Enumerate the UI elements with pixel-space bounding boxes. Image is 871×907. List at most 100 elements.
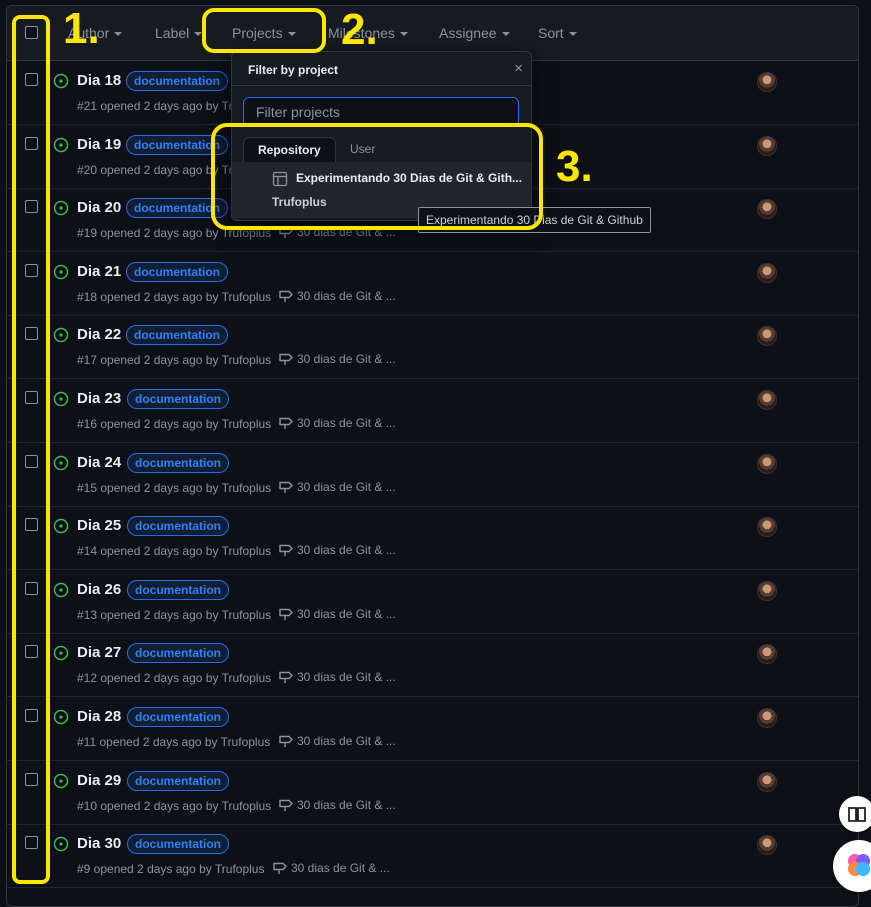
label-badge[interactable]: documentation	[126, 134, 228, 155]
issue-checkbox[interactable]	[25, 581, 38, 595]
issue-checkbox[interactable]	[25, 836, 38, 850]
issue-checkbox[interactable]	[25, 518, 38, 532]
issue-checkbox[interactable]	[25, 73, 38, 86]
avatar[interactable]	[757, 580, 777, 601]
avatar[interactable]	[757, 262, 777, 283]
issue-title[interactable]: Dia 19	[77, 136, 121, 153]
avatar[interactable]	[757, 326, 777, 347]
avatar[interactable]	[757, 517, 777, 538]
project-owner: Trufoplus	[272, 195, 327, 209]
label-badge[interactable]: documentation	[127, 643, 229, 664]
issue-checkbox[interactable]	[25, 454, 38, 468]
issue-meta: #11 opened 2 days ago by Trufoplus	[77, 735, 271, 749]
milestone-link[interactable]: 30 dias de Git & ...	[279, 352, 396, 366]
issue-title[interactable]: Dia 29	[77, 772, 121, 789]
issue-checkbox[interactable]	[25, 327, 38, 341]
issue-row[interactable]: Dia 23 documentation #16 opened 2 days ago…	[7, 379, 858, 443]
label-badge[interactable]: documentation	[127, 579, 229, 600]
filter-projects-input[interactable]	[243, 97, 519, 127]
milestone-link[interactable]: 30 dias de Git & ...	[279, 734, 396, 748]
issue-title[interactable]: Dia 30	[77, 835, 121, 852]
avatar[interactable]	[757, 135, 777, 156]
label-badge[interactable]: documentation	[127, 834, 229, 855]
tab-repository[interactable]: Repository	[243, 137, 336, 162]
issue-meta: #12 opened 2 days ago by Trufoplus	[77, 671, 272, 686]
issue-title[interactable]: Dia 28	[77, 708, 121, 725]
assistant-button[interactable]	[833, 840, 871, 892]
select-all-checkbox[interactable]	[25, 26, 38, 39]
label-badge[interactable]: documentation	[126, 198, 228, 219]
issue-row[interactable]: Dia 29 documentation #10 opened 2 days ago…	[7, 761, 858, 825]
milestones-filter[interactable]: Milestones	[328, 25, 408, 41]
issue-row[interactable]: Dia 24 documentation #15 opened 2 days ago…	[7, 443, 858, 507]
issue-row[interactable]: Dia 25 documentation #14 opened 2 days ago…	[7, 506, 858, 571]
chevron-down-icon	[568, 32, 577, 37]
avatar[interactable]	[757, 771, 777, 792]
avatar[interactable]	[757, 644, 777, 665]
close-icon[interactable]: ×	[514, 60, 523, 77]
issue-title[interactable]: Dia 21	[77, 263, 121, 280]
dropdown-divider	[232, 85, 531, 86]
issue-row[interactable]: Dia 22 documentation #17 opened 2 days ago…	[7, 315, 858, 380]
projects-filter[interactable]: Projects	[232, 25, 296, 41]
avatar[interactable]	[757, 72, 777, 92]
avatar[interactable]	[757, 835, 777, 856]
milestone-link[interactable]: 30 dias de Git & ...	[279, 670, 396, 684]
issue-row[interactable]: Dia 27 documentation #12 opened 2 days ago…	[7, 633, 858, 698]
reader-button[interactable]	[839, 796, 871, 832]
label-badge[interactable]: documentation	[126, 325, 228, 346]
issue-checkbox[interactable]	[25, 645, 38, 659]
issue-opened-icon	[53, 328, 69, 343]
issue-title[interactable]: Dia 27	[77, 644, 121, 661]
label-badge[interactable]: documentation	[127, 389, 229, 409]
label-badge[interactable]: documentation	[127, 516, 229, 537]
milestone-link[interactable]: 30 dias de Git & ...	[279, 480, 396, 494]
issue-checkbox[interactable]	[25, 709, 38, 722]
milestone-link[interactable]: 30 dias de Git & ...	[279, 798, 396, 812]
milestone-link[interactable]: 30 dias de Git & ...	[279, 607, 396, 621]
issue-title[interactable]: Dia 22	[77, 326, 121, 343]
issue-checkbox[interactable]	[25, 200, 38, 214]
label-filter[interactable]: Label	[155, 25, 203, 41]
tab-user[interactable]: User	[336, 137, 389, 162]
issue-title[interactable]: Dia 18	[77, 72, 121, 89]
issue-checkbox[interactable]	[25, 263, 38, 277]
issue-checkbox[interactable]	[25, 772, 38, 786]
chevron-down-icon	[194, 32, 203, 37]
avatar[interactable]	[757, 390, 777, 410]
label-badge[interactable]: documentation	[127, 452, 229, 473]
issue-checkbox[interactable]	[25, 136, 38, 150]
issue-title[interactable]: Dia 24	[77, 454, 121, 471]
label-badge[interactable]: documentation	[126, 71, 228, 91]
milestone-link[interactable]: 30 dias de Git & ...	[279, 225, 396, 239]
issue-title[interactable]: Dia 25	[77, 517, 121, 534]
label-badge[interactable]: documentation	[127, 770, 229, 791]
issue-opened-icon	[53, 646, 69, 661]
label-badge[interactable]: documentation	[127, 707, 229, 727]
issue-title[interactable]: Dia 23	[77, 390, 121, 407]
issue-row[interactable]: Dia 28 documentation #11 opened 2 days ago…	[7, 697, 858, 761]
sort-filter[interactable]: Sort	[538, 25, 577, 41]
issue-title[interactable]: Dia 20	[77, 199, 121, 216]
label-badge[interactable]: documentation	[126, 261, 228, 282]
issue-meta: #9 opened 2 days ago by Trufoplus	[77, 862, 265, 877]
author-filter[interactable]: Author	[68, 25, 123, 41]
avatar[interactable]	[757, 199, 777, 220]
issue-title[interactable]: Dia 26	[77, 581, 121, 598]
issue-row[interactable]: Dia 30 documentation #9 opened 2 days ago …	[7, 824, 858, 889]
milestone-link[interactable]: 30 dias de Git & ...	[279, 289, 396, 303]
issue-row[interactable]: Dia 26 documentation #13 opened 2 days ago…	[7, 570, 858, 634]
milestone-icon	[279, 735, 293, 747]
issue-meta: #19 opened 2 days ago by Trufoplus	[77, 226, 272, 241]
issue-checkbox[interactable]	[25, 391, 38, 404]
milestone-icon	[273, 862, 287, 875]
chevron-down-icon	[114, 32, 123, 37]
milestone-link[interactable]: 30 dias de Git & ...	[279, 543, 396, 557]
milestones-filter-label: Milestones	[328, 25, 395, 41]
milestone-link[interactable]: 30 dias de Git & ...	[273, 861, 390, 875]
assignee-filter[interactable]: Assignee	[439, 25, 510, 41]
avatar[interactable]	[757, 453, 777, 474]
avatar[interactable]	[757, 708, 777, 728]
milestone-link[interactable]: 30 dias de Git & ...	[279, 416, 396, 430]
issue-row[interactable]: Dia 21 documentation #18 opened 2 days ago…	[7, 252, 858, 316]
